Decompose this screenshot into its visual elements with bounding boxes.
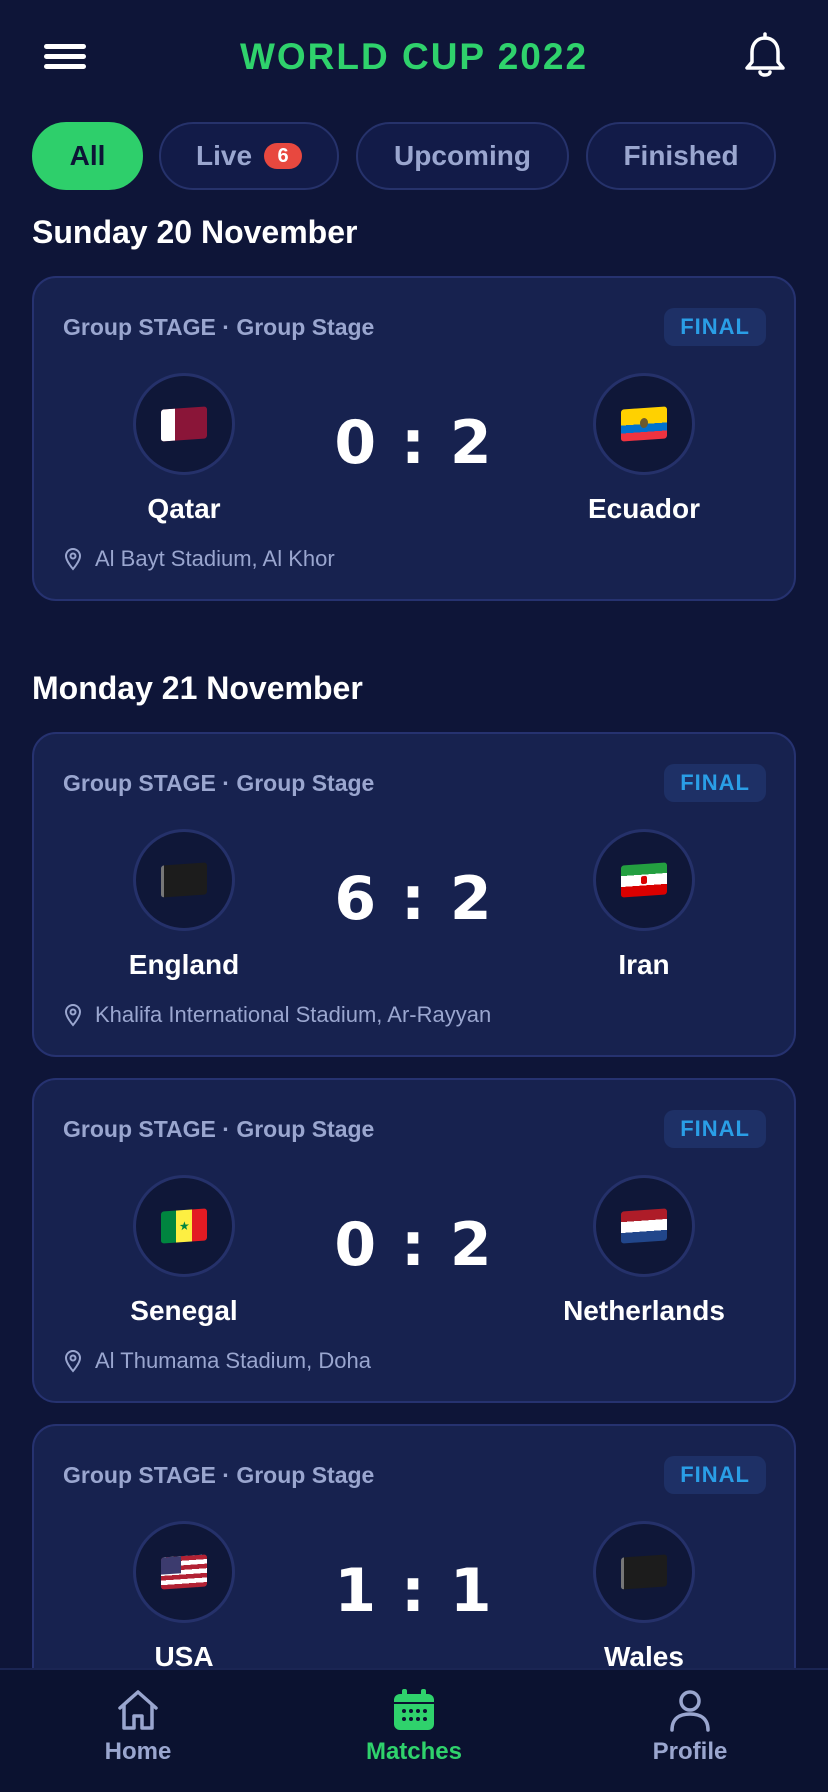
team-name: England: [128, 949, 240, 980]
nav-label: Profile: [652, 1738, 728, 1765]
app-title: WORLD CUP 2022: [239, 36, 589, 77]
day-heading: Monday 21 November: [32, 670, 363, 706]
tab-live[interactable]: Live 6: [159, 122, 339, 190]
filter-tabs: All Live 6 Upcoming Finished: [32, 122, 812, 192]
status-badge: FINAL: [664, 1456, 766, 1494]
match-card[interactable]: Group STAGE · Group Stage FINAL England …: [32, 732, 796, 1057]
venue-text: Khalifa International Stadium, Ar-Rayyan: [95, 1002, 492, 1027]
tab-upcoming[interactable]: Upcoming: [356, 122, 569, 190]
team-name: Ecuador: [587, 493, 701, 524]
iran-flag-icon: [621, 862, 667, 898]
status-badge: FINAL: [664, 764, 766, 802]
venue: Khalifa International Stadium, Ar-Rayyan: [63, 1002, 491, 1028]
away-team: Iran: [524, 829, 764, 981]
team-flag: [593, 829, 695, 931]
app-header: WORLD CUP 2022: [0, 0, 828, 112]
venue-text: Al Thumama Stadium, Doha: [95, 1348, 371, 1373]
match-card[interactable]: Group STAGE · Group Stage FINAL ★ Senega…: [32, 1078, 796, 1403]
calendar-icon: [394, 1689, 434, 1730]
away-team: Ecuador: [524, 373, 764, 525]
bell-icon[interactable]: [742, 32, 788, 80]
venue: Al Thumama Stadium, Doha: [63, 1348, 371, 1374]
tab-label: All: [69, 140, 106, 171]
team-flag: [593, 373, 695, 475]
match-stage: Group STAGE · Group Stage: [63, 1116, 375, 1142]
nav-home[interactable]: Home: [38, 1688, 238, 1766]
location-pin-icon: [64, 1350, 82, 1373]
team-name: Qatar: [147, 493, 221, 524]
tab-all[interactable]: All: [32, 122, 143, 190]
team-name: Senegal: [130, 1295, 238, 1326]
venue-text: Al Bayt Stadium, Al Khor: [95, 546, 335, 571]
location-pin-icon: [64, 1004, 82, 1027]
bottom-nav: Home Matches Profile: [0, 1668, 828, 1792]
away-team: Netherlands: [524, 1175, 764, 1327]
tab-label: Live: [195, 140, 253, 171]
tab-label: Finished: [623, 140, 739, 171]
match-card[interactable]: Group STAGE · Group Stage FINAL Qatar 0 …: [32, 276, 796, 601]
team-name: Iran: [618, 949, 670, 980]
match-stage: Group STAGE · Group Stage: [63, 1462, 375, 1488]
venue: Al Bayt Stadium, Al Khor: [63, 546, 335, 572]
user-icon: [670, 1690, 710, 1732]
nav-label: Matches: [365, 1738, 463, 1765]
match-stage: Group STAGE · Group Stage: [63, 770, 375, 796]
tab-label: Upcoming: [394, 140, 531, 171]
team-flag: [593, 1521, 695, 1623]
live-count-badge: 6: [264, 143, 303, 169]
nav-label: Home: [104, 1738, 172, 1765]
team-flag: [593, 1175, 695, 1277]
home-icon: [118, 1690, 158, 1730]
nav-profile[interactable]: Profile: [590, 1688, 790, 1766]
nav-matches[interactable]: Matches: [314, 1688, 514, 1766]
ecuador-flag-icon: [621, 406, 667, 442]
black-flag-icon: [621, 1554, 667, 1590]
team-name: Netherlands: [563, 1295, 725, 1326]
netherlands-flag-icon: [621, 1208, 667, 1244]
away-team: Wales: [524, 1521, 764, 1673]
status-badge: FINAL: [664, 1110, 766, 1148]
location-pin-icon: [64, 548, 82, 571]
tab-finished[interactable]: Finished: [586, 122, 776, 190]
status-badge: FINAL: [664, 308, 766, 346]
match-stage: Group STAGE · Group Stage: [63, 314, 375, 340]
day-heading: Sunday 20 November: [32, 214, 358, 250]
